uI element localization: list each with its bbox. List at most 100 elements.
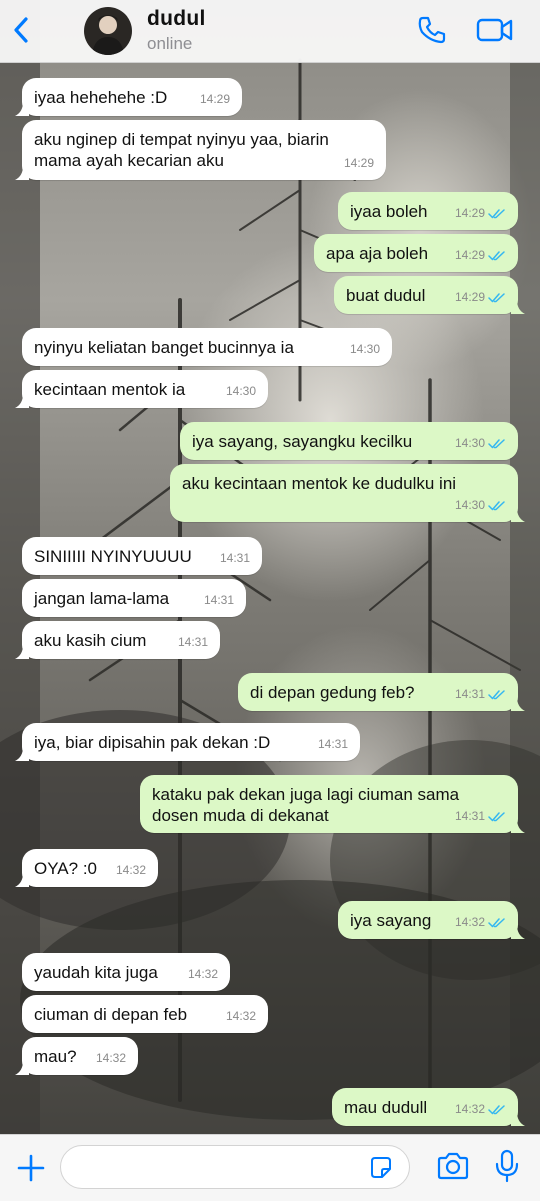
message-time: 14:29: [199, 92, 230, 106]
message-text: kecintaan mentok ia: [34, 380, 186, 399]
bubble-tail: [511, 508, 525, 522]
message-list[interactable]: iyaa hehehehe :D 14:29 aku nginep di tempa…: [0, 62, 540, 1134]
outgoing-message[interactable]: kataku pak dekan juga lagi ciuman sama d…: [140, 775, 525, 833]
message-time: 14:32: [225, 1009, 256, 1023]
bubble-tail: [511, 300, 525, 314]
read-receipt-icon: [488, 209, 505, 219]
message-meta: 14:32: [455, 912, 506, 933]
incoming-message[interactable]: jangan lama-lama 14:31: [22, 579, 246, 617]
message-meta: 14:29: [455, 203, 506, 224]
message-meta: 14:32: [116, 860, 146, 881]
video-camera-icon: [476, 18, 513, 42]
incoming-message[interactable]: aku kasih cium 14:31: [15, 621, 220, 659]
message-time: 14:32: [187, 967, 218, 981]
message-time: 14:30: [225, 384, 256, 398]
read-receipt-icon: [488, 293, 505, 303]
bubble-tail: [15, 394, 29, 408]
incoming-message[interactable]: aku nginep di tempat nyinyu yaa, biarin …: [15, 120, 386, 180]
outgoing-message[interactable]: di depan gedung feb? 14:31: [238, 673, 525, 711]
message-time: 14:30: [349, 342, 380, 356]
bubble-tail: [15, 102, 29, 116]
outgoing-message[interactable]: iyaa boleh 14:29: [338, 192, 518, 230]
message-time: 14:29: [343, 156, 374, 170]
contact-name[interactable]: dudul: [147, 7, 206, 31]
incoming-message[interactable]: SINIIIII NYINYUUUU 14:31: [22, 537, 262, 575]
camera-button[interactable]: [436, 1151, 470, 1186]
message-time: 14:32: [454, 1102, 485, 1116]
message-text: iya sayang, sayangku kecilku: [192, 432, 413, 451]
contact-avatar[interactable]: [84, 7, 132, 55]
back-button[interactable]: [8, 14, 36, 46]
message-text: ciuman di depan feb: [34, 1005, 188, 1024]
read-receipt-icon: [488, 251, 505, 261]
message-text: kataku pak dekan juga lagi ciuman sama d…: [152, 785, 460, 825]
message-text: mau?: [34, 1047, 77, 1066]
outgoing-message[interactable]: buat dudul 14:29: [334, 276, 525, 314]
outgoing-message[interactable]: iya sayang, sayangku kecilku 14:30: [180, 422, 518, 460]
phone-icon: [418, 16, 446, 44]
incoming-message[interactable]: mau? 14:32: [15, 1037, 138, 1075]
message-meta: 14:31: [455, 684, 506, 705]
message-meta: 14:32: [188, 964, 218, 985]
attach-button[interactable]: [16, 1153, 46, 1188]
sticker-icon: [371, 1157, 391, 1178]
message-time: 14:31: [177, 635, 208, 649]
read-receipt-icon: [488, 690, 505, 700]
message-time: 14:30: [454, 498, 485, 512]
incoming-message[interactable]: OYA? :0 14:32: [15, 849, 158, 887]
bubble-tail: [15, 747, 29, 761]
message-time: 14:30: [454, 436, 485, 450]
message-text: di depan gedung feb?: [250, 683, 415, 702]
message-time: 14:32: [95, 1051, 126, 1065]
message-meta: 14:30: [455, 433, 506, 454]
message-text: jangan lama-lama: [34, 589, 170, 608]
message-meta: 14:30: [226, 381, 256, 402]
message-time: 14:29: [454, 206, 485, 220]
outgoing-message[interactable]: apa aja boleh 14:29: [314, 234, 518, 272]
message-text: aku nginep di tempat nyinyu yaa, biarin …: [34, 130, 329, 170]
bubble-tail: [511, 925, 525, 939]
message-text: mau dudull: [344, 1098, 428, 1117]
read-receipt-icon: [488, 501, 505, 511]
message-text: aku kecintaan mentok ke dudulku ini: [182, 474, 457, 493]
outgoing-message[interactable]: mau dudull 14:32: [332, 1088, 525, 1126]
incoming-message[interactable]: yaudah kita juga 14:32: [22, 953, 230, 991]
incoming-message[interactable]: iya, biar dipisahin pak dekan :D 14:31: [15, 723, 360, 761]
incoming-message[interactable]: nyinyu keliatan banget bucinnya ia 14:30: [22, 328, 392, 366]
incoming-message[interactable]: kecintaan mentok ia 14:30: [15, 370, 268, 408]
video-call-button[interactable]: [476, 16, 514, 49]
message-text: yaudah kita juga: [34, 963, 158, 982]
message-meta: 14:29: [344, 153, 374, 174]
bubble-tail: [15, 873, 29, 887]
message-text: iyaa hehehehe :D: [34, 88, 168, 107]
voice-message-button[interactable]: [494, 1149, 520, 1188]
message-meta: 14:30: [350, 339, 380, 360]
message-meta: 14:31: [220, 548, 250, 569]
message-time: 14:29: [454, 248, 485, 262]
microphone-icon: [495, 1149, 519, 1183]
contact-status: online: [147, 34, 193, 53]
call-button[interactable]: [416, 14, 448, 51]
incoming-message[interactable]: iyaa hehehehe :D 14:29: [15, 78, 242, 116]
read-receipt-icon: [488, 812, 505, 822]
message-time: 14:32: [115, 863, 146, 877]
message-text: apa aja boleh: [326, 244, 429, 263]
sticker-button[interactable]: [368, 1155, 394, 1186]
message-text: iya sayang: [350, 911, 432, 930]
message-time: 14:31: [454, 687, 485, 701]
outgoing-message[interactable]: iya sayang 14:32: [338, 901, 525, 939]
incoming-message[interactable]: ciuman di depan feb 14:32: [22, 995, 268, 1033]
message-time: 14:31: [454, 809, 485, 823]
message-text: nyinyu keliatan banget bucinnya ia: [34, 338, 294, 357]
message-time: 14:31: [203, 593, 234, 607]
message-meta: 14:29: [455, 287, 506, 308]
plus-icon: [17, 1154, 45, 1182]
message-meta: 14:31: [178, 632, 208, 653]
chevron-left-icon: [14, 17, 28, 43]
bubble-tail: [15, 1061, 29, 1075]
outgoing-message[interactable]: aku kecintaan mentok ke dudulku ini 14:30: [170, 464, 525, 522]
message-text: SINIIIII NYINYUUUU: [34, 547, 192, 566]
message-input[interactable]: [60, 1145, 410, 1189]
message-meta: 14:30: [455, 495, 506, 516]
message-meta: 14:31: [455, 806, 506, 827]
